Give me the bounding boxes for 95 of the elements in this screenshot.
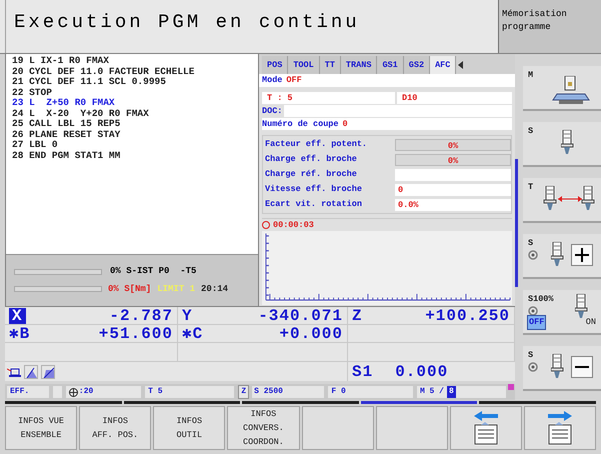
panel-tab[interactable]: GS2 — [404, 56, 430, 74]
panel-tab[interactable]: POS — [262, 56, 288, 74]
axis-label[interactable]: ✱B — [9, 326, 30, 342]
axis-position: -2.787 — [109, 308, 173, 324]
mode-label: Mémorisation programme — [502, 8, 568, 34]
pallet-count: 8 — [446, 386, 456, 398]
tab-scroll-icon[interactable] — [458, 61, 464, 69]
program-line[interactable]: 20 CYCL DEF 11.0 FACTEUR ECHELLE — [12, 66, 258, 77]
metric-field: 0.0% — [395, 198, 511, 210]
axis-position: +51.600 — [98, 326, 173, 342]
spindle-status: 0% S-IST P0 -T5 — [110, 265, 196, 278]
axis-tag: Z — [238, 385, 250, 399]
side-softkey[interactable]: S — [523, 346, 601, 391]
spindle-icon — [561, 130, 575, 156]
status-cell: T 5 — [145, 386, 234, 398]
panel-tab[interactable]: TRANS — [340, 56, 378, 74]
scroll-bar[interactable] — [515, 159, 518, 287]
tilt-icon — [41, 364, 55, 378]
side-softkey[interactable]: T — [523, 178, 601, 223]
status-cell: :20 — [78, 386, 94, 398]
status-cell — [52, 386, 62, 398]
metric-label: Charge réf. broche — [265, 168, 358, 181]
status-icon — [508, 384, 514, 390]
elapsed-time: 00:00:03 — [273, 218, 314, 232]
axis-position: -340.071 — [258, 308, 343, 324]
panel-tab[interactable]: TOOL — [288, 56, 320, 74]
program-line[interactable]: 24 L X-20 Y+20 R0 FMAX — [12, 108, 258, 119]
tool-name: D10 — [397, 92, 512, 104]
metric-label: Vitesse eff. broche — [265, 183, 363, 196]
spindle-icon — [551, 242, 565, 268]
screen-title: Execution PGM en continu — [14, 10, 360, 35]
side-softkey[interactable]: S — [523, 122, 601, 167]
rotation-icon — [528, 306, 538, 316]
metric-label: Facteur eff. potent. — [265, 138, 368, 151]
spindle-speed: 0.000 — [395, 362, 448, 382]
torque-status: 0% S[Nm] — [108, 282, 152, 296]
program-line[interactable]: 23 L Z+50 R0 FMAX — [12, 98, 258, 108]
axis-label[interactable]: Z — [352, 308, 363, 324]
axis-position: +100.250 — [425, 308, 510, 324]
metric-gauge: 0% — [395, 138, 511, 150]
program-line[interactable]: 22 STOP — [12, 88, 258, 98]
metric-label: Ecart vit. rotation — [265, 198, 363, 211]
softkey[interactable] — [524, 406, 596, 450]
panel-tab[interactable]: GS1 — [377, 56, 404, 74]
on-option[interactable]: ON — [586, 316, 596, 329]
timer-icon — [262, 221, 270, 229]
softkey[interactable]: INFOS CONVERS. COORDON. — [227, 406, 300, 450]
plus-icon — [571, 244, 593, 266]
axis-label[interactable]: X — [9, 308, 26, 324]
side-softkey[interactable]: S — [523, 234, 601, 279]
metric-label: Charge eff. broche — [265, 153, 358, 166]
program-line[interactable]: 28 END PGM STAT1 MM — [12, 150, 258, 161]
dial-icon — [68, 388, 78, 396]
tilt-icon — [24, 364, 38, 378]
status-cell: M 5 / — [420, 386, 444, 398]
limit-label: LIMIT 1 — [157, 282, 196, 296]
page-back-icon — [472, 411, 499, 445]
off-option[interactable]: OFF — [527, 315, 546, 330]
mode-value: OFF — [286, 74, 302, 87]
rotation-icon — [528, 250, 538, 260]
machine-table-icon — [551, 76, 591, 106]
spindle-label: S1 — [352, 362, 374, 382]
side-softkey[interactable]: S100% OFF ON — [523, 290, 601, 335]
axis-label[interactable]: ✱C — [182, 326, 204, 342]
program-line[interactable]: 26 PLANE RESET STAY — [12, 130, 258, 140]
status-cell: S 2500 — [252, 386, 324, 398]
side-softkey[interactable]: M — [523, 66, 601, 111]
cut-value: 0 — [342, 118, 348, 130]
tool-number: T : 5 — [262, 92, 395, 104]
program-line[interactable]: 27 LBL 0 — [12, 140, 258, 150]
panel-tab[interactable]: AFC — [430, 56, 456, 74]
minus-icon — [571, 356, 593, 378]
softkey[interactable] — [450, 406, 522, 450]
status-cell: F 0 — [328, 386, 413, 398]
program-line[interactable]: 25 CALL LBL 15 REP5 — [12, 119, 258, 130]
mode-label: Mode — [262, 74, 282, 87]
softkey[interactable]: INFOS AFF. POS. — [79, 406, 152, 450]
softkey[interactable]: INFOS VUE ENSEMBLE — [5, 406, 78, 450]
cut-label: Numéro de coupe — [262, 118, 339, 130]
softkey[interactable]: INFOS OUTIL — [153, 406, 226, 450]
axis-label[interactable]: Y — [182, 308, 193, 324]
spindle-icon — [551, 354, 565, 380]
machine-icon — [7, 366, 21, 378]
axis-position: +0.000 — [279, 326, 343, 342]
clock-time: 20:14 — [201, 282, 228, 296]
status-cell: EFF. — [7, 386, 49, 398]
metric-gauge: 0% — [395, 154, 511, 166]
spindle-icon — [575, 294, 589, 320]
rotation-icon — [528, 362, 538, 372]
doc-label: DOC: — [262, 105, 282, 117]
program-line[interactable]: 19 L IX-1 R0 FMAX — [12, 56, 258, 66]
page-forward-icon — [546, 411, 573, 445]
panel-tab[interactable]: TT — [320, 56, 341, 74]
metric-field: 0 — [395, 184, 511, 196]
program-line[interactable]: 21 CYCL DEF 11.1 SCL 0.9995 — [12, 77, 258, 88]
